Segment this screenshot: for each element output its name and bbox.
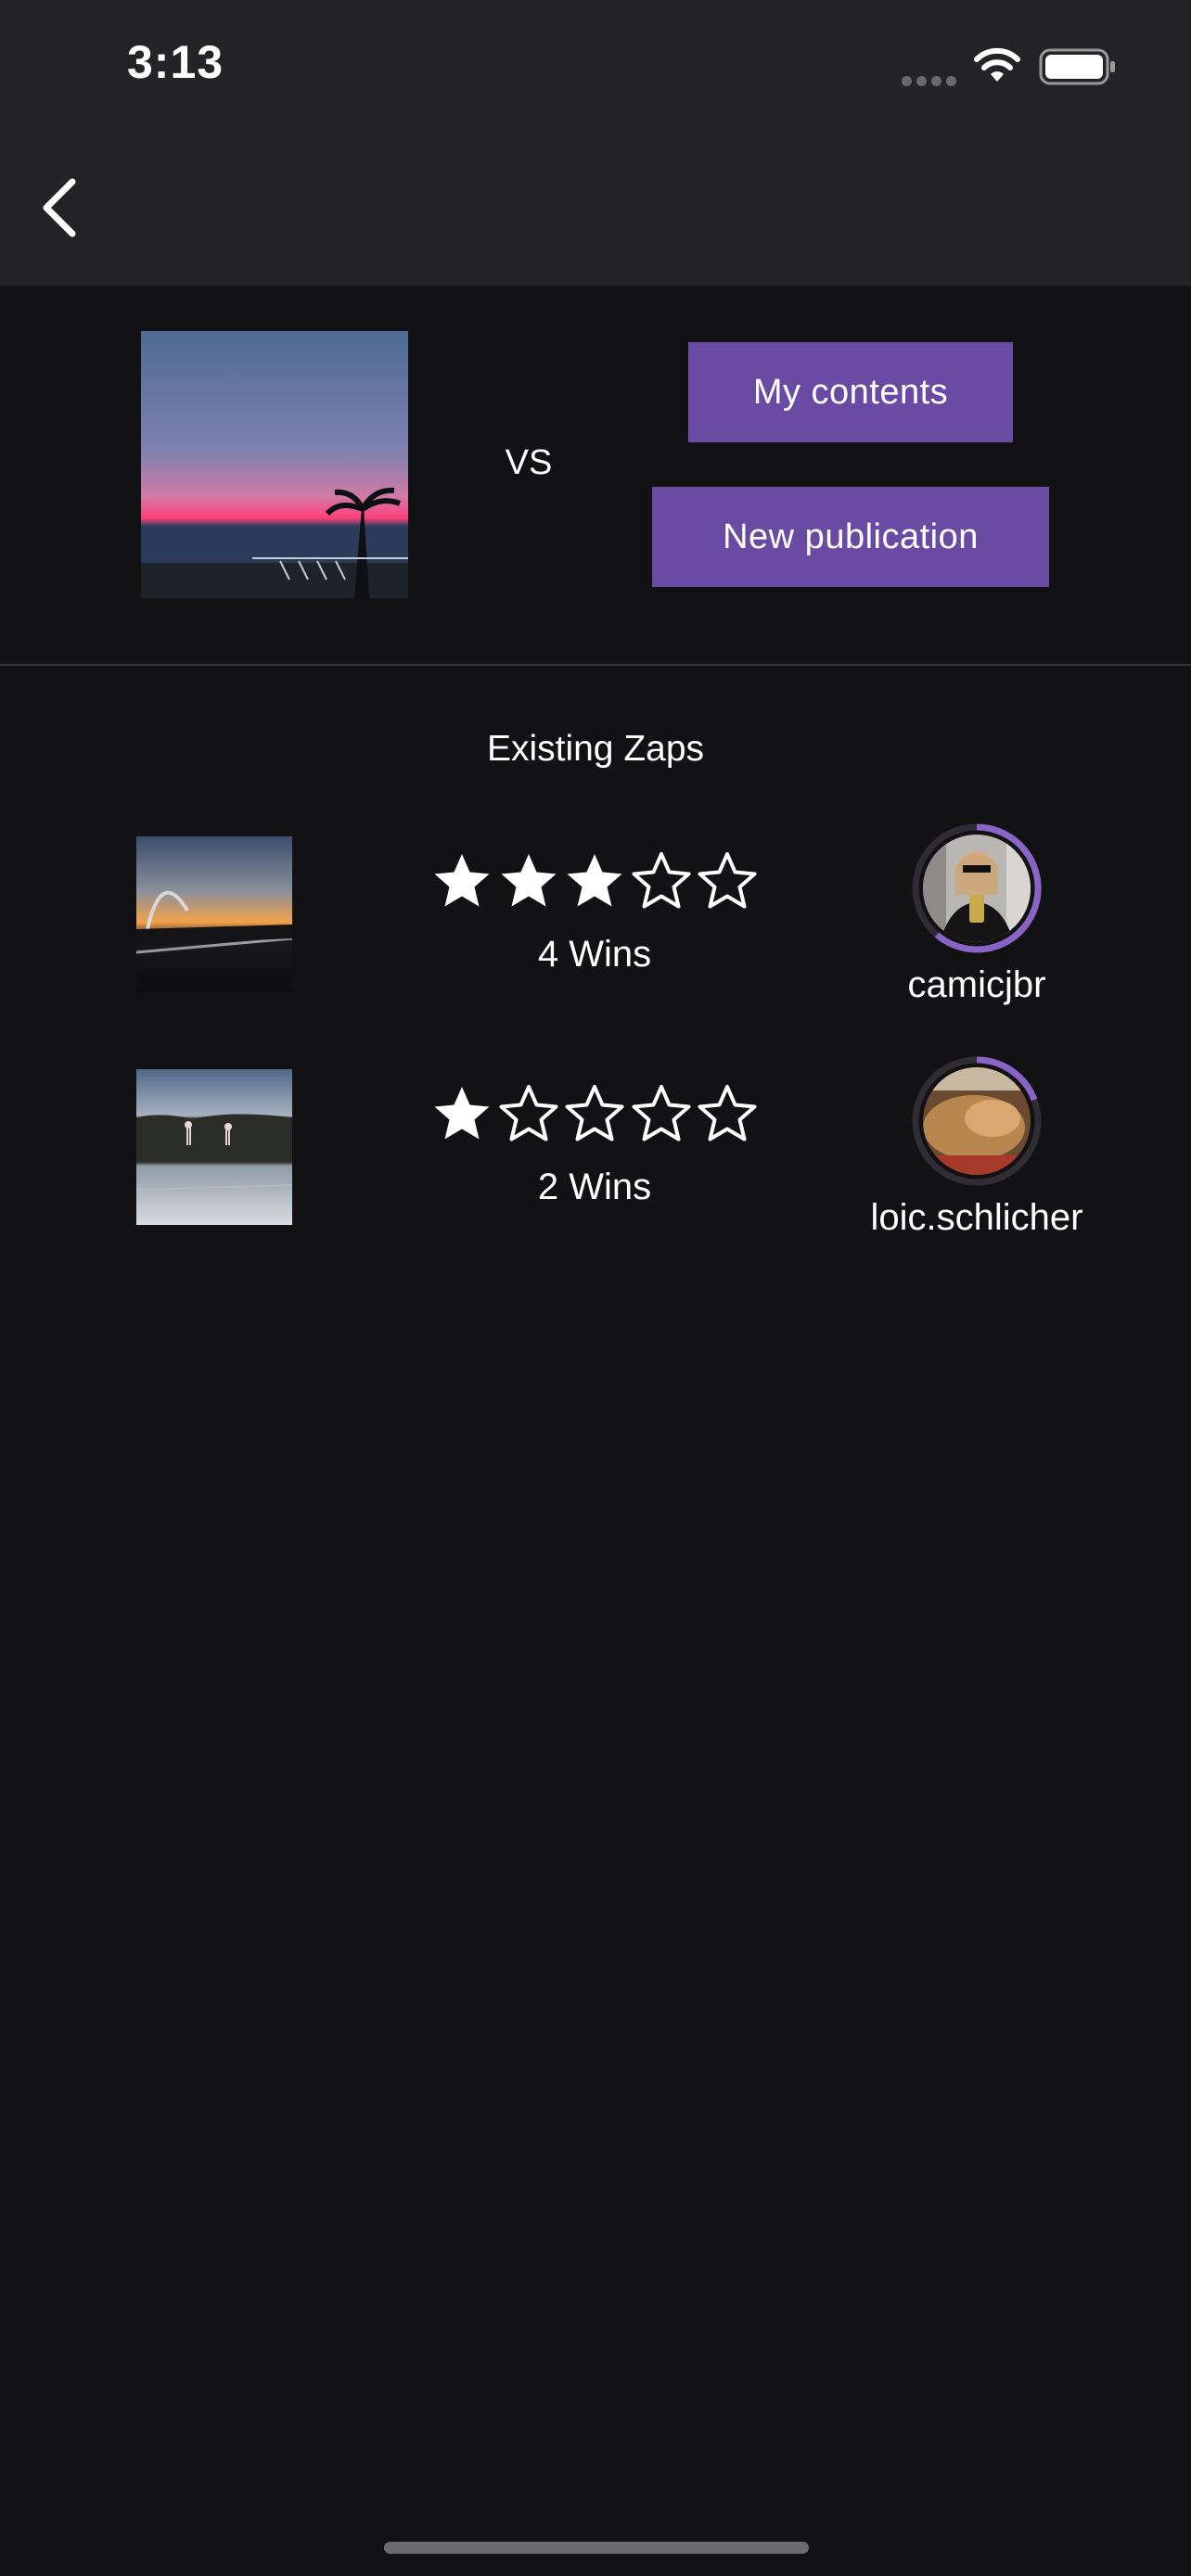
wins-count: 2 Wins <box>537 1167 652 1207</box>
status-time: 3:13 <box>127 36 224 88</box>
section-divider <box>0 664 1191 666</box>
star-filled-icon <box>434 1087 490 1140</box>
existing-zaps-title: Existing Zaps <box>486 729 705 769</box>
cellular-signal-icon <box>902 74 961 91</box>
zap-thumbnail[interactable] <box>136 1069 292 1225</box>
avatar[interactable] <box>909 1053 1044 1189</box>
star-rating <box>432 851 757 916</box>
username[interactable]: loic.schlicher <box>791 1197 1162 1239</box>
star-outline-icon <box>499 1085 557 1141</box>
star-outline-icon <box>632 1085 690 1141</box>
chevron-left-icon <box>43 178 76 237</box>
zap-row[interactable]: 2 Wins loic.schlicher <box>0 1053 1191 1239</box>
username[interactable]: camicjbr <box>791 964 1162 1006</box>
my-contents-button[interactable]: My contents <box>688 342 1013 442</box>
zap-row[interactable]: 4 Wins camicjbr <box>0 821 1191 1006</box>
battery-icon <box>1039 48 1115 85</box>
star-rating <box>432 1084 757 1149</box>
selected-photo[interactable] <box>141 331 408 598</box>
zap-thumbnail[interactable] <box>136 836 292 992</box>
star-filled-icon <box>501 854 556 907</box>
star-outline-icon <box>632 852 690 909</box>
wifi-icon <box>974 47 1020 82</box>
star-outline-icon <box>565 1085 624 1141</box>
star-outline-icon <box>698 1085 757 1141</box>
vs-label: VS <box>505 443 553 482</box>
star-filled-icon <box>434 854 490 907</box>
avatar[interactable] <box>909 821 1044 956</box>
wins-count: 4 Wins <box>537 934 652 975</box>
compare-section: VS My contents New publication <box>0 286 1191 664</box>
header-bar: 3:13 <box>0 0 1191 286</box>
star-filled-icon <box>567 854 622 907</box>
star-outline-icon <box>698 852 757 909</box>
new-publication-button[interactable]: New publication <box>652 487 1049 587</box>
home-indicator[interactable] <box>384 2542 809 2554</box>
back-button[interactable] <box>35 174 91 241</box>
